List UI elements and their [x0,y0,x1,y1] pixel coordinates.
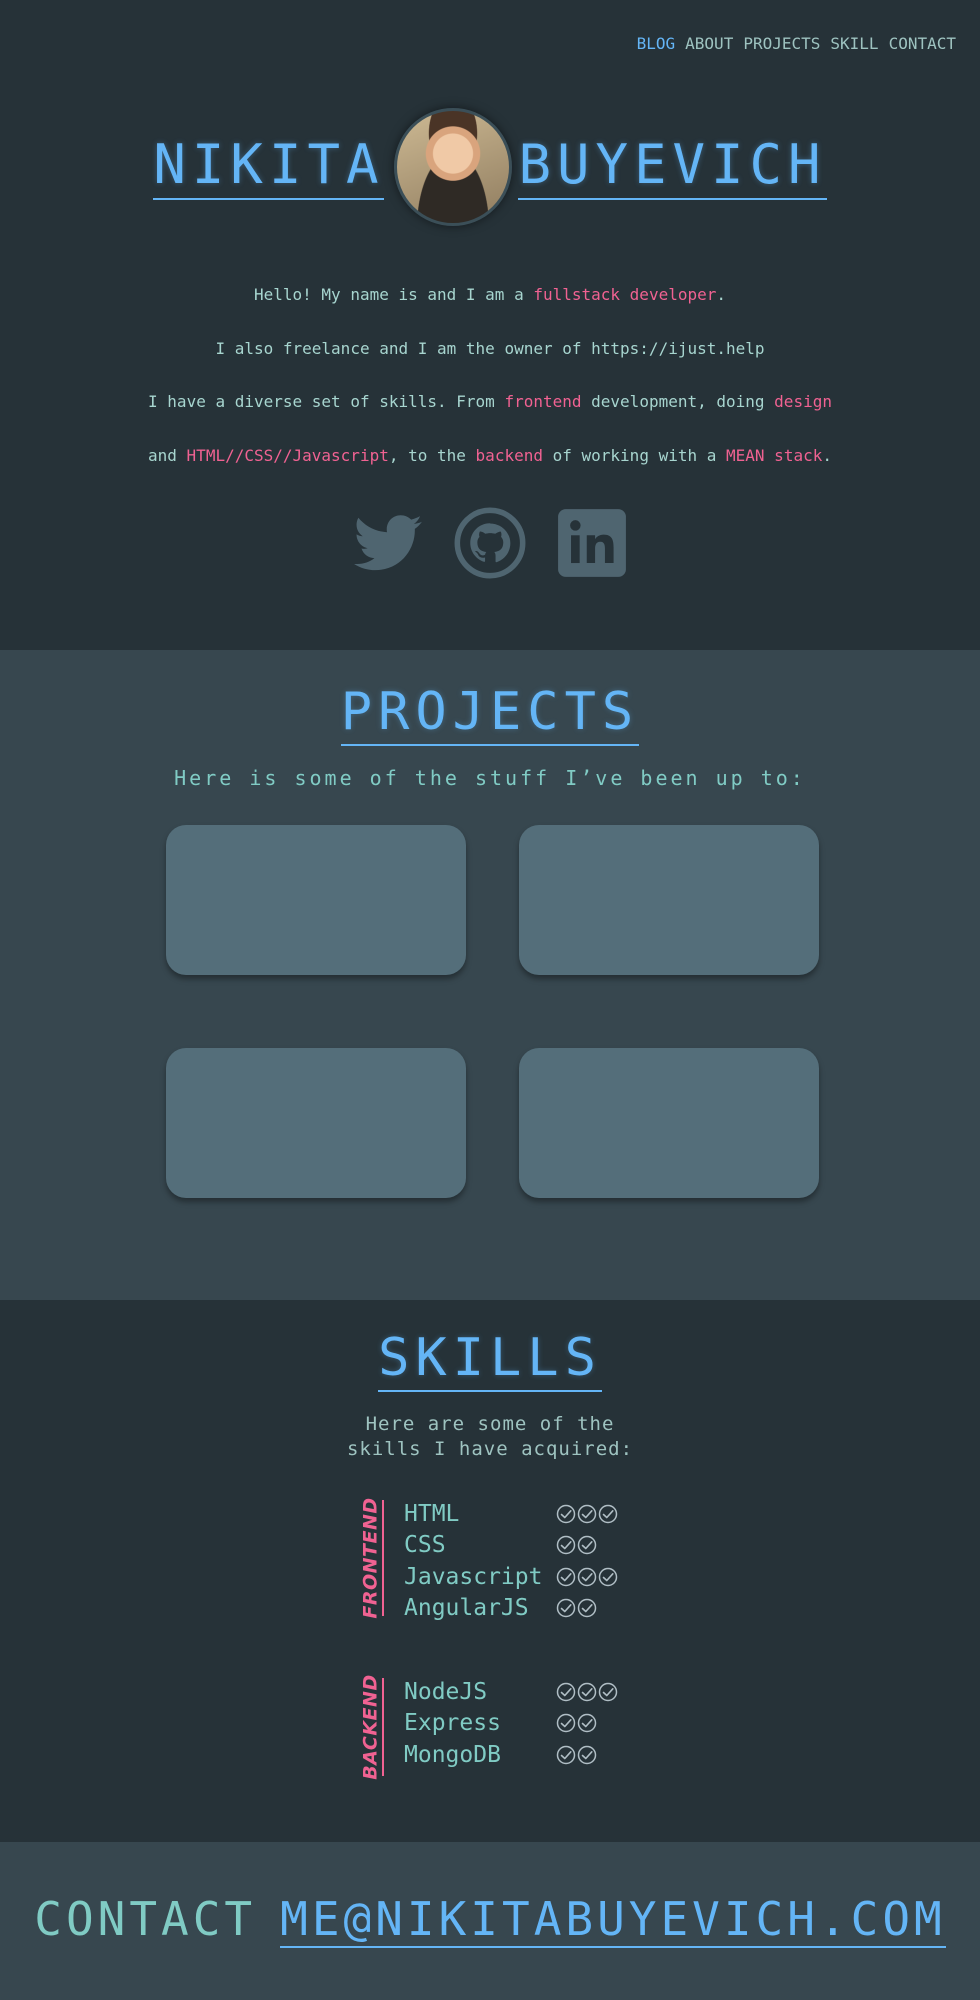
avatar [394,108,513,226]
skill-name: HTML [404,1500,460,1527]
intro-line-2: I also freelance and I am the owner of h… [0,322,980,376]
projects-subtitle: Here is some of the stuff I’ve been up t… [174,766,806,790]
skill-level [556,1713,597,1733]
skill-row: HTML [404,1498,618,1529]
check-circle-icon [556,1567,576,1586]
check-circle-icon [598,1567,618,1586]
skill-name: Javascript [404,1563,543,1590]
check-circle-icon [556,1535,576,1555]
skill-name: Express [404,1710,501,1736]
group-label-backend: BACKEND [360,1674,384,1780]
intro-line-4: and HTML//CSS//Javascript, to the backen… [0,429,980,483]
nav-blog[interactable]: BLOG [637,34,676,53]
intro-text-span: of working with a [542,445,727,465]
highlight-fullstack: fullstack developer [533,285,717,304]
check-circle-icon [556,1504,576,1523]
skill-level [556,1504,618,1524]
check-circle-icon [577,1535,597,1555]
intro-line-1: Hello! My name is and I am a fullstack d… [0,268,980,322]
highlight-html-css-js: HTML//CSS//Javascript [186,445,389,465]
skill-row: Express [404,1708,597,1739]
intro-text-span: development, doing [581,392,775,411]
intro-text-span: Hello! My name is and I am a [253,285,534,304]
twitter-icon[interactable] [351,506,425,580]
nav-contact[interactable]: CONTACT [889,34,956,53]
skill-row: CSS [404,1530,597,1561]
skills-title-text: SKILLS [378,1328,602,1392]
check-circle-icon [598,1504,618,1523]
skill-level [556,1682,618,1702]
projects-section: PROJECTS Here is some of the stuff I’ve … [0,650,980,1300]
skill-name: NodeJS [404,1678,488,1705]
nav-projects[interactable]: PROJECTS [743,34,820,53]
nav-skill[interactable]: SKILL [830,34,878,53]
highlight-frontend: frontend [504,392,582,411]
skills-section: SKILLS Here are some of the skills I hav… [0,1300,980,1842]
intro-text: Hello! My name is and I am a fullstack d… [0,268,980,482]
skill-level [556,1598,597,1618]
skill-name: MongoDB [404,1741,501,1768]
projects-title-text: PROJECTS [340,682,640,746]
group-label-text: FRONTEND [360,1497,382,1619]
skill-level [556,1567,618,1587]
skill-name: AngularJS [404,1595,529,1621]
skills-subtitle: Here are some of the skills I have acqui… [0,1412,980,1462]
check-circle-icon [577,1745,597,1764]
intro-text-span: I have a diverse set of skills. From [148,392,505,411]
intro-line-3: I have a diverse set of skills. From fro… [0,375,980,429]
skill-level [556,1745,597,1765]
skill-name: CSS [404,1532,446,1558]
intro-text-span: . [822,445,832,465]
skills-subtitle-line: Here are some of the [365,1413,615,1435]
check-circle-icon [577,1682,597,1701]
intro-text-span: I also freelance and I am the owner of h… [215,338,765,358]
skill-row: AngularJS [404,1593,597,1624]
skills-subtitle-line: skills I have acquired: [346,1438,634,1460]
social-links [0,506,980,580]
intro-text-span: , to the [388,445,476,465]
check-circle-icon [577,1567,597,1586]
check-circle-icon [556,1713,576,1733]
intro-text-span: . [716,285,727,304]
skill-row: Javascript [404,1561,618,1592]
highlight-mean-stack: MEAN stack [726,445,823,465]
project-card[interactable] [166,1048,466,1198]
linkedin-icon[interactable] [555,506,629,580]
name-heading: NIKITA BUYEVICH [0,108,980,226]
hero-section: BLOG ABOUT PROJECTS SKILL CONTACT NIKITA… [0,0,980,650]
check-circle-icon [598,1682,618,1701]
highlight-backend: backend [475,445,543,465]
projects-title: PROJECTS [0,682,980,746]
contact-section: CONTACT ME@NIKITABUYEVICH.COM [0,1842,980,2000]
check-circle-icon [556,1598,576,1618]
group-label-text: BACKEND [360,1674,383,1780]
contact-label: CONTACT [34,1892,257,1946]
highlight-design: design [774,392,832,411]
check-circle-icon [556,1682,576,1701]
check-circle-icon [577,1504,597,1523]
project-card[interactable] [519,825,819,975]
intro-text-span: and [148,445,187,465]
skill-row: MongoDB [404,1739,597,1770]
check-circle-icon [556,1745,576,1764]
top-nav: BLOG ABOUT PROJECTS SKILL CONTACT [637,34,956,53]
skill-row: NodeJS [404,1676,618,1707]
group-label-frontend: FRONTEND [360,1497,384,1619]
first-name: NIKITA [153,134,385,200]
contact-line: CONTACT ME@NIKITABUYEVICH.COM [0,1892,980,1948]
skill-level [556,1535,597,1555]
check-circle-icon [577,1598,597,1618]
last-name: BUYEVICH [518,134,827,200]
project-card[interactable] [519,1048,819,1198]
project-card[interactable] [166,825,466,975]
contact-email-link[interactable]: ME@NIKITABUYEVICH.COM [280,1892,946,1948]
nav-about[interactable]: ABOUT [685,34,733,53]
check-circle-icon [577,1713,597,1733]
github-icon[interactable] [453,506,527,580]
skills-title: SKILLS [0,1328,980,1392]
